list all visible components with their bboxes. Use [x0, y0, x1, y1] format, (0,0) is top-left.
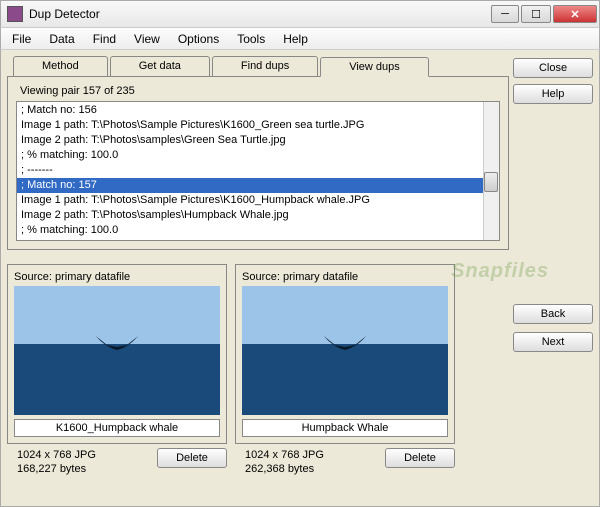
preview-left-size: 168,227 bytes	[17, 462, 151, 476]
list-item[interactable]: ; -------	[17, 163, 499, 178]
preview-left-meta: 1024 x 768 JPG 168,227 bytes	[7, 448, 151, 476]
tab-finddups[interactable]: Find dups	[212, 56, 318, 76]
window-title: Dup Detector	[29, 7, 491, 21]
viewing-pair-label: Viewing pair 157 of 235	[16, 85, 500, 97]
preview-left-filename: K1600_Humpback whale	[14, 419, 220, 437]
menu-find[interactable]: Find	[84, 29, 125, 49]
scrollbar-thumb[interactable]	[484, 172, 498, 192]
preview-right: Source: primary datafile Humpback Whale	[235, 264, 455, 444]
app-icon	[7, 6, 23, 22]
preview-left-dims: 1024 x 768 JPG	[17, 448, 151, 462]
help-button[interactable]: Help	[513, 84, 593, 104]
close-window-button[interactable]: ✕	[553, 5, 597, 23]
list-item[interactable]: Image 1 path: T:\Photos\Sample Pictures\…	[17, 118, 499, 133]
tab-viewdups[interactable]: View dups	[320, 57, 429, 77]
next-button[interactable]: Next	[513, 332, 593, 352]
client-area: Method Get data Find dups View dups View…	[0, 50, 600, 507]
delete-left-button[interactable]: Delete	[157, 448, 227, 468]
whale-tail-icon	[87, 325, 147, 375]
tabstrip: Method Get data Find dups View dups	[7, 56, 509, 77]
tab-panel-viewdups: Viewing pair 157 of 235 ; Match no: 156I…	[7, 77, 509, 250]
whale-tail-icon	[315, 325, 375, 375]
menubar: File Data Find View Options Tools Help	[0, 28, 600, 50]
list-item[interactable]: ; % matching: 100.0	[17, 148, 499, 163]
preview-left-image	[14, 286, 220, 415]
list-item[interactable]: ; Match no: 156	[17, 103, 499, 118]
preview-right-dims: 1024 x 768 JPG	[245, 448, 379, 462]
maximize-button[interactable]: ☐	[521, 5, 551, 23]
list-item[interactable]: Image 2 path: T:\Photos\samples\Humpback…	[17, 208, 499, 223]
preview-right-meta: 1024 x 768 JPG 262,368 bytes	[235, 448, 379, 476]
match-listbox[interactable]: ; Match no: 156Image 1 path: T:\Photos\S…	[16, 101, 500, 241]
preview-right-image	[242, 286, 448, 415]
preview-right-size: 262,368 bytes	[245, 462, 379, 476]
list-item[interactable]: Image 1 path: T:\Photos\Sample Pictures\…	[17, 193, 499, 208]
menu-file[interactable]: File	[3, 29, 40, 49]
list-item[interactable]: ; % matching: 100.0	[17, 223, 499, 238]
menu-view[interactable]: View	[125, 29, 169, 49]
preview-right-filename: Humpback Whale	[242, 419, 448, 437]
preview-right-source: Source: primary datafile	[242, 271, 448, 283]
back-button[interactable]: Back	[513, 304, 593, 324]
scrollbar-track[interactable]	[483, 102, 499, 240]
list-item[interactable]: ; -------	[17, 238, 499, 241]
menu-data[interactable]: Data	[40, 29, 83, 49]
delete-right-button[interactable]: Delete	[385, 448, 455, 468]
tab-method[interactable]: Method	[13, 56, 108, 76]
window-controls: ─ ☐ ✕	[491, 5, 597, 23]
menu-tools[interactable]: Tools	[228, 29, 274, 49]
preview-left-source: Source: primary datafile	[14, 271, 220, 283]
list-item[interactable]: Image 2 path: T:\Photos\samples\Green Se…	[17, 133, 499, 148]
menu-options[interactable]: Options	[169, 29, 228, 49]
list-item[interactable]: ; Match no: 157	[17, 178, 499, 193]
preview-left: Source: primary datafile K1600_Humpback …	[7, 264, 227, 444]
tab-getdata[interactable]: Get data	[110, 56, 210, 76]
close-button[interactable]: Close	[513, 58, 593, 78]
minimize-button[interactable]: ─	[491, 5, 519, 23]
titlebar: Dup Detector ─ ☐ ✕	[0, 0, 600, 28]
menu-help[interactable]: Help	[274, 29, 317, 49]
